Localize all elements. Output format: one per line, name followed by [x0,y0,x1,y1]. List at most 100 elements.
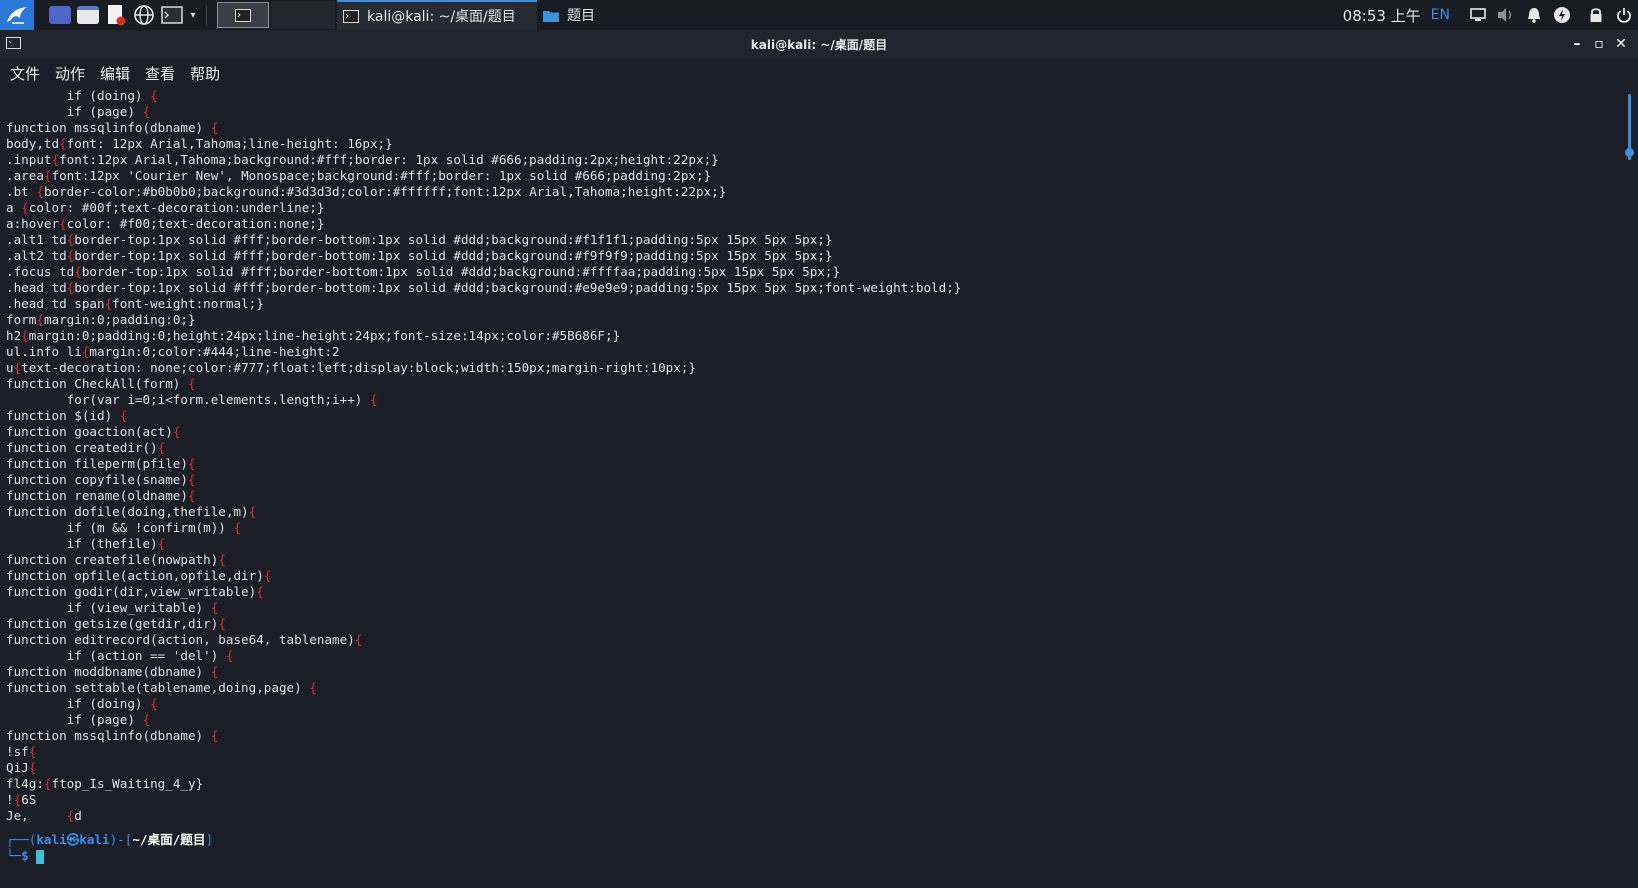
lock-icon [1590,8,1602,22]
lock-screen-button[interactable] [1582,7,1610,23]
brace: { [150,88,158,103]
code-text: if (view_writable) [6,600,211,615]
prompt-input-line[interactable]: └─$ [6,848,1622,864]
terminal-line: if (page) { [6,104,1622,120]
terminal-launcher[interactable] [158,0,186,30]
prompt-user: kali㉿kali [36,832,110,847]
code-text: margin:0;padding:0;height:24px;line-heig… [28,328,621,343]
minimize-button[interactable]: – [1566,36,1588,52]
terminal-line: function $(id) { [6,408,1622,424]
terminal-icon [6,37,21,49]
terminal-icon [235,8,251,22]
code-text: function rename(oldname) [6,488,188,503]
scrollbar-handle[interactable] [1625,148,1634,157]
terminal-line: .input{font:12px Arial,Tahoma;background… [6,152,1622,168]
terminal-line: function createdir(){ [6,440,1622,456]
window-controls: – ▫ ✕ [1566,30,1632,58]
workspace-2-button[interactable] [271,1,335,29]
maximize-button[interactable]: ▫ [1588,36,1610,52]
prompt-symbol: $ [21,848,37,863]
brace: { [28,744,37,759]
web-browser-launcher[interactable] [130,0,158,30]
menu-actions[interactable]: 动作 [45,63,90,84]
close-button[interactable]: ✕ [1610,36,1632,52]
terminal-line: if (page) { [6,712,1622,728]
window-titlebar[interactable]: kali@kali: ~/桌面/题目 – ▫ ✕ [0,30,1638,58]
code-text: font:12px 'Courier New', Monospace;backg… [51,168,712,183]
menu-view[interactable]: 查看 [135,63,180,84]
brace: { [225,648,234,663]
code-text: text-decoration: none;color:#777;float:l… [21,360,696,375]
code-text: QiJ [6,760,29,775]
terminal-launcher-dropdown[interactable]: ▾ [186,0,200,30]
workspace-1-button[interactable] [217,2,269,28]
terminal-scrollbar[interactable] [1622,88,1638,888]
code-text: border-top:1px solid #fff;border-bottom:… [74,232,833,247]
keyboard-layout-indicator[interactable]: EN [1431,7,1450,23]
power-manager-button[interactable] [1548,6,1576,24]
kali-menu-button[interactable] [0,0,34,30]
taskbar-item-folder[interactable]: 题目 [537,0,687,30]
brace: { [59,216,67,231]
kali-dragon-icon [7,7,27,24]
file-manager-launcher[interactable] [74,0,102,30]
terminal-line: .head td span{font-weight:normal;} [6,296,1622,312]
terminal-line: function mssqlinfo(dbname) { [6,728,1622,744]
brace: { [210,120,219,135]
code-text: font: 12px Arial,Tahoma;line-height: 16p… [66,136,393,151]
logout-button[interactable] [1610,7,1638,23]
panel-separator [206,5,207,25]
terminal-line: !{6S [6,792,1622,808]
terminal-line: if (action == 'del') { [6,648,1622,664]
terminal-line: h2{margin:0;padding:0;height:24px;line-h… [6,328,1622,344]
brace: { [43,168,52,183]
power-plug-icon [1554,7,1570,23]
prompt-path: ~/桌面/题目 [132,832,206,847]
globe-icon [134,5,154,25]
taskbar-item-terminal[interactable]: kali@kali: ~/桌面/题目 [337,0,537,30]
brace: { [157,440,166,455]
brace: { [309,680,317,695]
terminal-line: function godir(dir,view_writable){ [6,584,1622,600]
volume-button[interactable] [1492,7,1520,23]
brace: { [36,312,44,327]
text-cursor [36,849,45,864]
brace: { [172,424,181,439]
terminal-line: function getsize(getdir,dir){ [6,616,1622,632]
code-text: function editrecord(action, base64, tabl… [6,632,355,647]
code-text: margin:0;color:#444;line-height:2 [89,344,340,359]
terminal-line: function moddbname(dbname) { [6,664,1622,680]
code-text: if (page) [6,104,143,119]
notifications-button[interactable] [1520,7,1548,23]
terminal-line: if (m && !confirm(m)) { [6,520,1622,536]
chevron-down-icon: ▾ [190,9,196,21]
clock[interactable]: 08:53 上午 [1343,5,1421,26]
terminal-output[interactable]: if (doing) { if (page) {function mssqlin… [0,88,1622,888]
display-button[interactable] [1464,8,1492,22]
code-text: if (page) [6,712,143,727]
brace: { [256,584,264,599]
code-text: font-weight:normal;} [112,296,264,311]
taskbar-item-label: kali@kali: ~/桌面/题目 [367,9,516,25]
code-text: ul.info li [6,344,82,359]
code-text: function fileperm(pfile) [6,456,188,471]
menu-edit[interactable]: 编辑 [90,63,135,84]
code-text: function dofile(doing,thefile,m) [6,504,249,519]
show-desktop-button[interactable] [46,0,74,30]
terminal-line: function settable(tablename,doing,page) … [6,680,1622,696]
code-text: u [6,360,14,375]
brace: { [354,632,363,647]
brace: { [248,504,257,519]
brace: { [59,136,67,151]
terminal-line: function goaction(act){ [6,424,1622,440]
folder-icon [543,10,559,22]
code-text: border-top:1px solid #fff;border-bottom:… [81,264,841,279]
terminal-line: .area{font:12px 'Courier New', Monospace… [6,168,1622,184]
code-text: a [6,200,22,215]
text-editor-launcher[interactable] [102,0,130,30]
menu-help[interactable]: 帮助 [180,63,225,84]
brace: { [187,376,196,391]
text-editor-icon [108,5,126,26]
terminal-line: if (thefile){ [6,536,1622,552]
menu-file[interactable]: 文件 [0,63,45,84]
